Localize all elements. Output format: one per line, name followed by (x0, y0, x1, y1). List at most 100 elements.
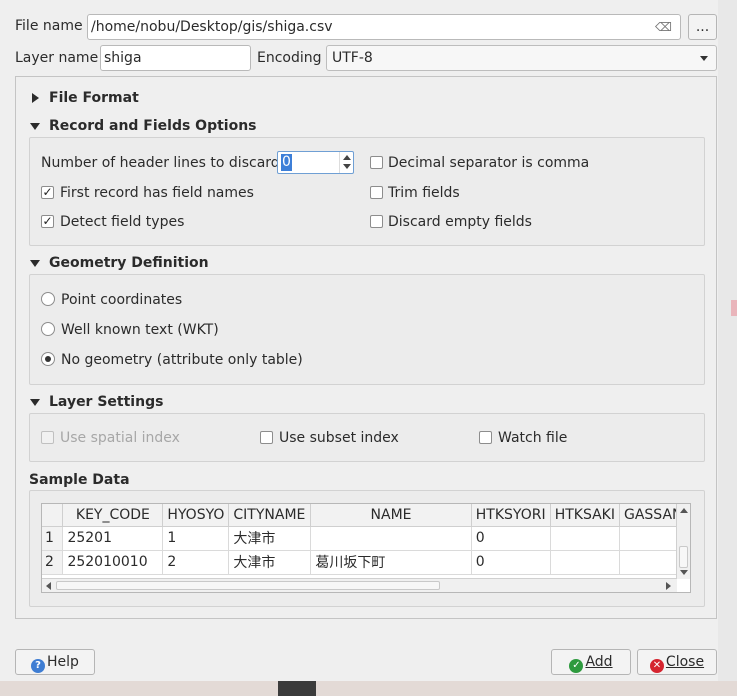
table-cell[interactable]: 2 (162, 550, 230, 575)
horizontal-scroll-thumb[interactable] (56, 581, 440, 590)
trim-fields-checkbox[interactable] (370, 186, 383, 199)
horizontal-scrollbar[interactable] (42, 578, 677, 592)
clear-icon[interactable]: ⌫ (655, 15, 672, 39)
table-cell[interactable]: 0 (471, 550, 551, 575)
close-button[interactable]: ✕ Close (637, 649, 717, 675)
background-dark-block (278, 681, 316, 696)
record-fields-section-header[interactable]: Record and Fields Options (30, 116, 257, 136)
geometry-title: Geometry Definition (49, 255, 209, 271)
file-format-title: File Format (49, 90, 139, 106)
table-row[interactable]: 2 252010010 2 大津市 葛川坂下町 0 (42, 550, 690, 575)
file-name-label: File name (15, 18, 83, 34)
table-cell[interactable]: 葛川坂下町 (310, 550, 472, 575)
close-icon: ✕ (649, 659, 664, 673)
column-header[interactable]: KEY_CODE (62, 504, 164, 527)
table-cell[interactable]: 25201 (62, 526, 164, 551)
column-header[interactable]: HTKSYORI (471, 504, 551, 527)
wkt-radio[interactable] (41, 322, 55, 336)
column-header[interactable]: HYOSYO (162, 504, 230, 527)
help-label: Help (47, 654, 79, 670)
point-coordinates-label: Point coordinates (61, 292, 183, 308)
collapse-arrow-icon (30, 398, 40, 406)
chevron-down-icon (700, 56, 708, 61)
layer-settings-section-header[interactable]: Layer Settings (30, 392, 163, 412)
close-label: Close (665, 654, 705, 670)
detect-types-label: Detect field types (60, 214, 185, 230)
sample-data-table[interactable]: KEY_CODE HYOSYO CITYNAME NAME HTKSYORI H… (41, 503, 691, 593)
spin-buttons[interactable] (339, 152, 353, 173)
watch-file-checkbox[interactable] (479, 431, 492, 444)
table-cell[interactable] (310, 526, 472, 551)
vertical-scroll-thumb[interactable] (679, 546, 688, 568)
no-geometry-label: No geometry (attribute only table) (61, 352, 303, 368)
layer-name-input[interactable]: shiga (100, 45, 251, 71)
collapse-arrow-icon (30, 122, 40, 130)
file-name-value: /home/nobu/Desktop/gis/shiga.csv (91, 19, 333, 35)
background-map-strip (0, 681, 737, 696)
row-number: 2 (42, 550, 64, 575)
sample-data-title: Sample Data (29, 472, 130, 488)
encoding-value: UTF-8 (332, 50, 373, 66)
help-button[interactable]: ? Help (15, 649, 95, 675)
encoding-label: Encoding (257, 50, 322, 66)
background-window-edge (718, 0, 737, 696)
geometry-section-header[interactable]: Geometry Definition (30, 253, 209, 273)
add-button[interactable]: ✓ Add (551, 649, 631, 675)
header-lines-value: 0 (281, 154, 292, 171)
column-header[interactable]: NAME (310, 504, 472, 527)
decimal-comma-label: Decimal separator is comma (388, 155, 590, 171)
help-icon: ? (31, 659, 46, 673)
add-label: Add (585, 654, 613, 670)
detect-types-checkbox[interactable]: ✓ (41, 215, 54, 228)
browse-button[interactable]: ... (688, 14, 717, 40)
spin-down-icon[interactable] (343, 164, 351, 169)
expand-arrow-icon (32, 93, 39, 103)
layer-settings-title: Layer Settings (49, 394, 164, 410)
table-cell[interactable] (550, 526, 620, 551)
checkmark-icon: ✓ (569, 659, 584, 673)
scroll-down-icon[interactable] (680, 570, 688, 575)
no-geometry-radio[interactable] (41, 352, 55, 366)
table-header-row: KEY_CODE HYOSYO CITYNAME NAME HTKSYORI H… (42, 504, 690, 527)
table-cell[interactable] (550, 550, 620, 575)
scroll-up-icon[interactable] (680, 508, 688, 513)
point-coordinates-radio[interactable] (41, 292, 55, 306)
scroll-left-icon[interactable] (46, 582, 51, 590)
layer-name-label: Layer name (15, 50, 99, 66)
file-format-section-header[interactable]: File Format (32, 88, 139, 108)
vertical-scrollbar[interactable] (676, 504, 690, 579)
record-fields-title: Record and Fields Options (49, 118, 257, 134)
sample-grid: KEY_CODE HYOSYO CITYNAME NAME HTKSYORI H… (42, 504, 690, 575)
radio-selected-dot (45, 356, 51, 362)
table-cell[interactable]: 0 (471, 526, 551, 551)
table-cell[interactable]: 252010010 (62, 550, 164, 575)
table-cell[interactable]: 大津市 (228, 550, 312, 575)
table-cell[interactable]: 大津市 (228, 526, 312, 551)
watch-file-label: Watch file (498, 430, 568, 446)
scroll-right-icon[interactable] (666, 582, 671, 590)
header-lines-label: Number of header lines to discard (41, 155, 280, 171)
subset-index-label: Use subset index (279, 430, 399, 446)
table-row[interactable]: 1 25201 1 大津市 0 (42, 526, 690, 551)
collapse-arrow-icon (30, 259, 40, 267)
subset-index-checkbox[interactable] (260, 431, 273, 444)
spatial-index-checkbox (41, 431, 54, 444)
background-map-fragment (731, 300, 737, 316)
first-record-checkbox[interactable]: ✓ (41, 186, 54, 199)
spatial-index-label: Use spatial index (60, 430, 180, 446)
header-lines-spinbox[interactable]: 0 (277, 151, 354, 174)
trim-fields-label: Trim fields (388, 185, 460, 201)
decimal-comma-checkbox[interactable] (370, 156, 383, 169)
wkt-label: Well known text (WKT) (61, 322, 219, 338)
corner-header (42, 504, 64, 527)
discard-empty-label: Discard empty fields (388, 214, 532, 230)
row-number: 1 (42, 526, 64, 551)
discard-empty-checkbox[interactable] (370, 215, 383, 228)
column-header[interactable]: CITYNAME (228, 504, 312, 527)
file-name-input[interactable]: /home/nobu/Desktop/gis/shiga.csv ⌫ (87, 14, 681, 40)
spin-up-icon[interactable] (343, 155, 351, 160)
first-record-label: First record has field names (60, 185, 254, 201)
encoding-select[interactable]: UTF-8 (326, 45, 717, 71)
table-cell[interactable]: 1 (162, 526, 230, 551)
column-header[interactable]: HTKSAKI (550, 504, 620, 527)
